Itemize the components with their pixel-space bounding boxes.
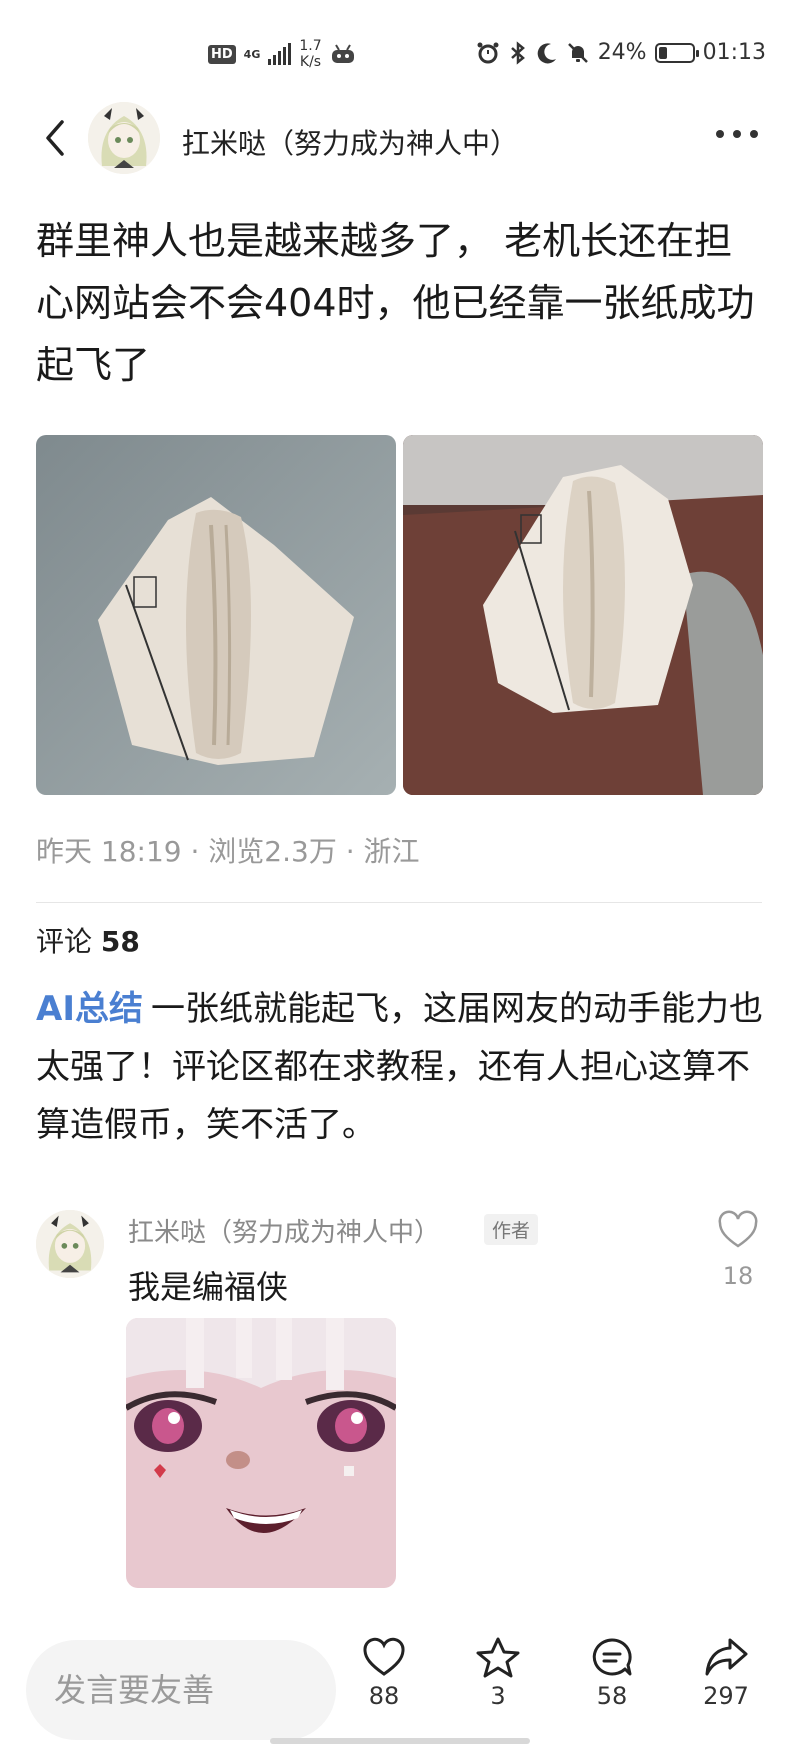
commenter-name[interactable]: 扛米哒（努力成为神人中）	[128, 1212, 440, 1249]
commenter-avatar[interactable]	[36, 1210, 104, 1278]
network-speed-unit: K/s	[299, 54, 322, 70]
favorite-button[interactable]: 3	[458, 1636, 538, 1710]
share-button[interactable]: 297	[686, 1636, 766, 1710]
home-indicator[interactable]	[270, 1738, 530, 1744]
post-header: 扛米哒（努力成为神人中）	[0, 92, 798, 188]
author-name[interactable]: 扛米哒（努力成为神人中）	[182, 122, 518, 162]
comment-bubble-icon	[592, 1638, 632, 1676]
hd-badge: HD	[208, 44, 236, 64]
comment-input[interactable]: 发言要友善	[26, 1640, 336, 1740]
clock: 01:13	[702, 40, 766, 65]
comment-like-count: 18	[722, 1262, 754, 1290]
comments-label: 评论	[36, 925, 93, 958]
comment-like-icon[interactable]	[716, 1210, 760, 1250]
like-count: 88	[368, 1682, 400, 1710]
share-arrow-icon	[705, 1638, 748, 1676]
comments-header: 评论 58	[36, 920, 140, 960]
divider	[36, 902, 762, 903]
network-speed: 1.7 K/s	[299, 38, 321, 70]
author-badge: 作者	[484, 1214, 539, 1245]
ai-summary: AI总结 一张纸就能起飞，这届网友的动手能力也太强了！评论区都在求教程，还有人担心…	[36, 980, 766, 1154]
post-text: 群里神人也是越来越多了， 老机长还在担心网站会不会404时，他已经靠一张纸成功起…	[36, 219, 755, 387]
author-avatar[interactable]	[88, 102, 160, 174]
status-bar-left: HD 4G 1.7 K/s	[208, 38, 356, 70]
share-count: 297	[703, 1682, 749, 1710]
moon-icon	[537, 42, 556, 63]
robot-notification-icon	[331, 44, 354, 63]
comments-count: 58	[100, 925, 140, 958]
alarm-icon	[477, 42, 499, 63]
battery-percent: 24%	[597, 40, 647, 65]
comment-sticker-image[interactable]	[126, 1318, 396, 1588]
comment-count: 58	[596, 1682, 628, 1710]
post-meta: 昨天 18:19 · 浏览2.3万 · 浙江	[36, 835, 420, 868]
heart-icon	[363, 1637, 405, 1676]
network-speed-value: 1.7	[299, 38, 322, 54]
ai-summary-text: 一张纸就能起飞，这届网友的动手能力也太强了！评论区都在求教程，还有人担心这算不算…	[36, 989, 763, 1145]
comment-text: 我是编福侠	[128, 1268, 289, 1306]
ai-summary-tag[interactable]: AI总结	[36, 989, 143, 1029]
comment-button[interactable]: 58	[572, 1636, 652, 1710]
signal-icon	[268, 43, 292, 65]
post-image-1[interactable]	[36, 435, 396, 795]
network-type: 4G	[243, 47, 261, 61]
more-options-icon[interactable]	[716, 130, 758, 138]
bluetooth-icon	[510, 40, 525, 65]
favorite-count: 3	[490, 1682, 506, 1710]
star-icon	[476, 1637, 520, 1678]
back-arrow-icon[interactable]	[40, 116, 70, 160]
mute-bell-icon	[567, 42, 588, 63]
status-bar-right: 24% 01:13	[476, 40, 766, 65]
post-image-2[interactable]	[403, 435, 763, 795]
battery-icon	[654, 42, 699, 63]
like-button[interactable]: 88	[344, 1636, 424, 1710]
bottom-action-bar: 发言要友善 88 3 58 297	[0, 1620, 798, 1754]
